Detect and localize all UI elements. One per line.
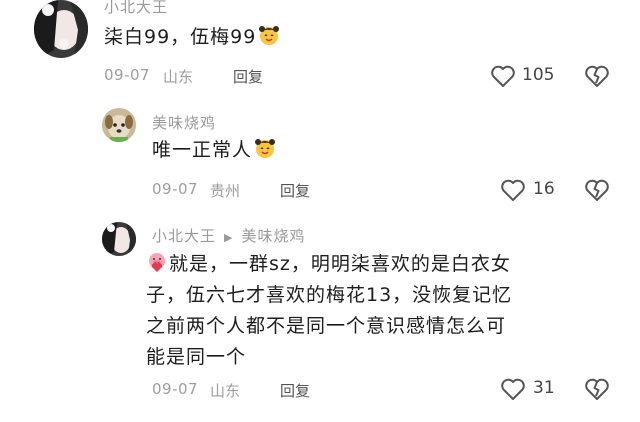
like-count: 31 <box>533 378 555 398</box>
username[interactable]: 小北大王 <box>152 227 216 245</box>
comment-text-content: 柒白99，伍梅99 <box>104 26 257 48</box>
comment-location: 山东 <box>163 68 194 86</box>
comment-date: 09-07 <box>104 66 151 84</box>
comment-text-content: 唯一正常人 <box>152 139 253 161</box>
comment-location: 贵州 <box>210 182 241 200</box>
avatar[interactable] <box>102 108 136 142</box>
like-count: 105 <box>522 65 555 85</box>
reply-header: 小北大王 ▶ 美味烧鸡 <box>152 225 306 246</box>
broken-heart-icon[interactable] <box>584 178 610 202</box>
comment-text: 唯一正常人 <box>152 135 276 166</box>
broken-heart-icon[interactable] <box>584 377 610 401</box>
heart-outline-icon[interactable] <box>500 178 526 202</box>
text-line: 之前两个人都不是同一个意识感情怎么可 <box>146 315 507 337</box>
reply-to-username[interactable]: 美味烧鸡 <box>241 227 305 245</box>
pig-heart-emoji <box>146 251 168 273</box>
comment-text: 就是，一群sz，明明柒喜欢的是白衣女 子，伍六七才喜欢的梅花13，没恢复记忆 之… <box>146 249 626 373</box>
text-line-content: 就是，一群sz，明明柒喜欢的是白衣女 <box>169 253 511 275</box>
username[interactable]: 小北大王 <box>104 0 168 17</box>
username[interactable]: 美味烧鸡 <box>152 112 216 133</box>
comment-location: 山东 <box>210 382 241 400</box>
text-line: 就是，一群sz，明明柒喜欢的是白衣女 <box>146 249 626 280</box>
broken-heart-icon[interactable] <box>584 64 610 88</box>
like-count: 16 <box>533 179 555 199</box>
smiling-face-emoji <box>258 24 280 46</box>
reply-button[interactable]: 回复 <box>233 66 263 87</box>
text-line: 子，伍六七才喜欢的梅花13，没恢复记忆 <box>146 284 513 306</box>
heart-outline-icon[interactable] <box>490 64 516 88</box>
comment-text: 柒白99，伍梅99 <box>104 22 280 53</box>
smiling-face-emoji <box>254 137 276 159</box>
reply-button[interactable]: 回复 <box>280 180 310 201</box>
heart-outline-icon[interactable] <box>500 377 526 401</box>
play-arrow-icon: ▶ <box>224 231 234 244</box>
comment-date: 09-07 <box>152 180 199 198</box>
reply-button[interactable]: 回复 <box>280 380 310 401</box>
avatar[interactable] <box>34 0 88 58</box>
avatar[interactable] <box>102 222 136 256</box>
comment-date: 09-07 <box>152 380 199 398</box>
text-line: 能是同一个 <box>146 346 247 368</box>
